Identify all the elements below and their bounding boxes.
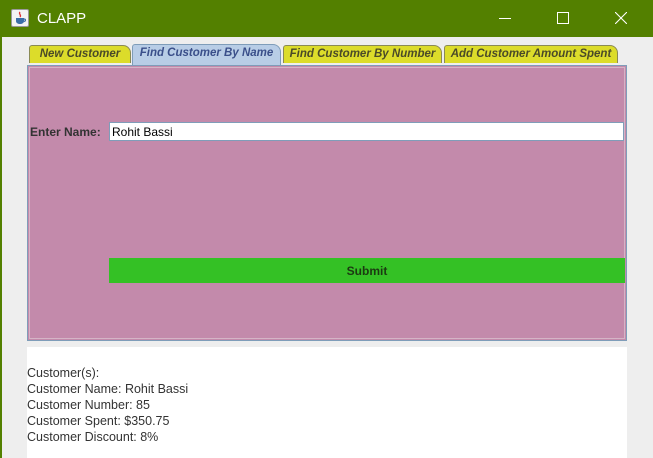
tab-find-customer-by-number[interactable]: Find Customer By Number <box>283 45 442 63</box>
tab-add-customer-amount-spent[interactable]: Add Customer Amount Spent <box>444 45 618 63</box>
results-text-area[interactable]: Customer(s): Customer Name: Rohit Bassi … <box>27 347 627 458</box>
result-customer-number: Customer Number: 85 <box>27 398 150 412</box>
window-title: CLAPP <box>37 10 87 27</box>
window-content: New Customer Find Customer By Name Find … <box>2 37 653 458</box>
minimize-icon <box>499 18 511 19</box>
name-input[interactable] <box>109 122 624 141</box>
maximize-icon <box>557 12 569 24</box>
find-by-name-panel: Enter Name: Submit <box>27 65 627 341</box>
close-button[interactable] <box>592 0 653 37</box>
title-bar[interactable]: CLAPP <box>0 0 653 37</box>
enter-name-label: Enter Name: <box>30 125 101 139</box>
minimize-button[interactable] <box>476 0 534 37</box>
java-cup-icon <box>11 9 29 27</box>
panel-inner-border <box>29 67 625 339</box>
tab-find-customer-by-name[interactable]: Find Customer By Name <box>132 44 281 65</box>
results-heading: Customer(s): <box>27 366 100 380</box>
submit-button[interactable]: Submit <box>109 258 625 283</box>
close-icon <box>615 12 627 24</box>
result-customer-discount: Customer Discount: 8% <box>27 430 159 444</box>
maximize-button[interactable] <box>534 0 592 37</box>
result-customer-name: Customer Name: Rohit Bassi <box>27 382 189 396</box>
tab-new-customer[interactable]: New Customer <box>29 45 131 63</box>
result-customer-spent: Customer Spent: $350.75 <box>27 414 170 428</box>
app-window: CLAPP New Customer Find Customer By Name… <box>0 0 653 458</box>
